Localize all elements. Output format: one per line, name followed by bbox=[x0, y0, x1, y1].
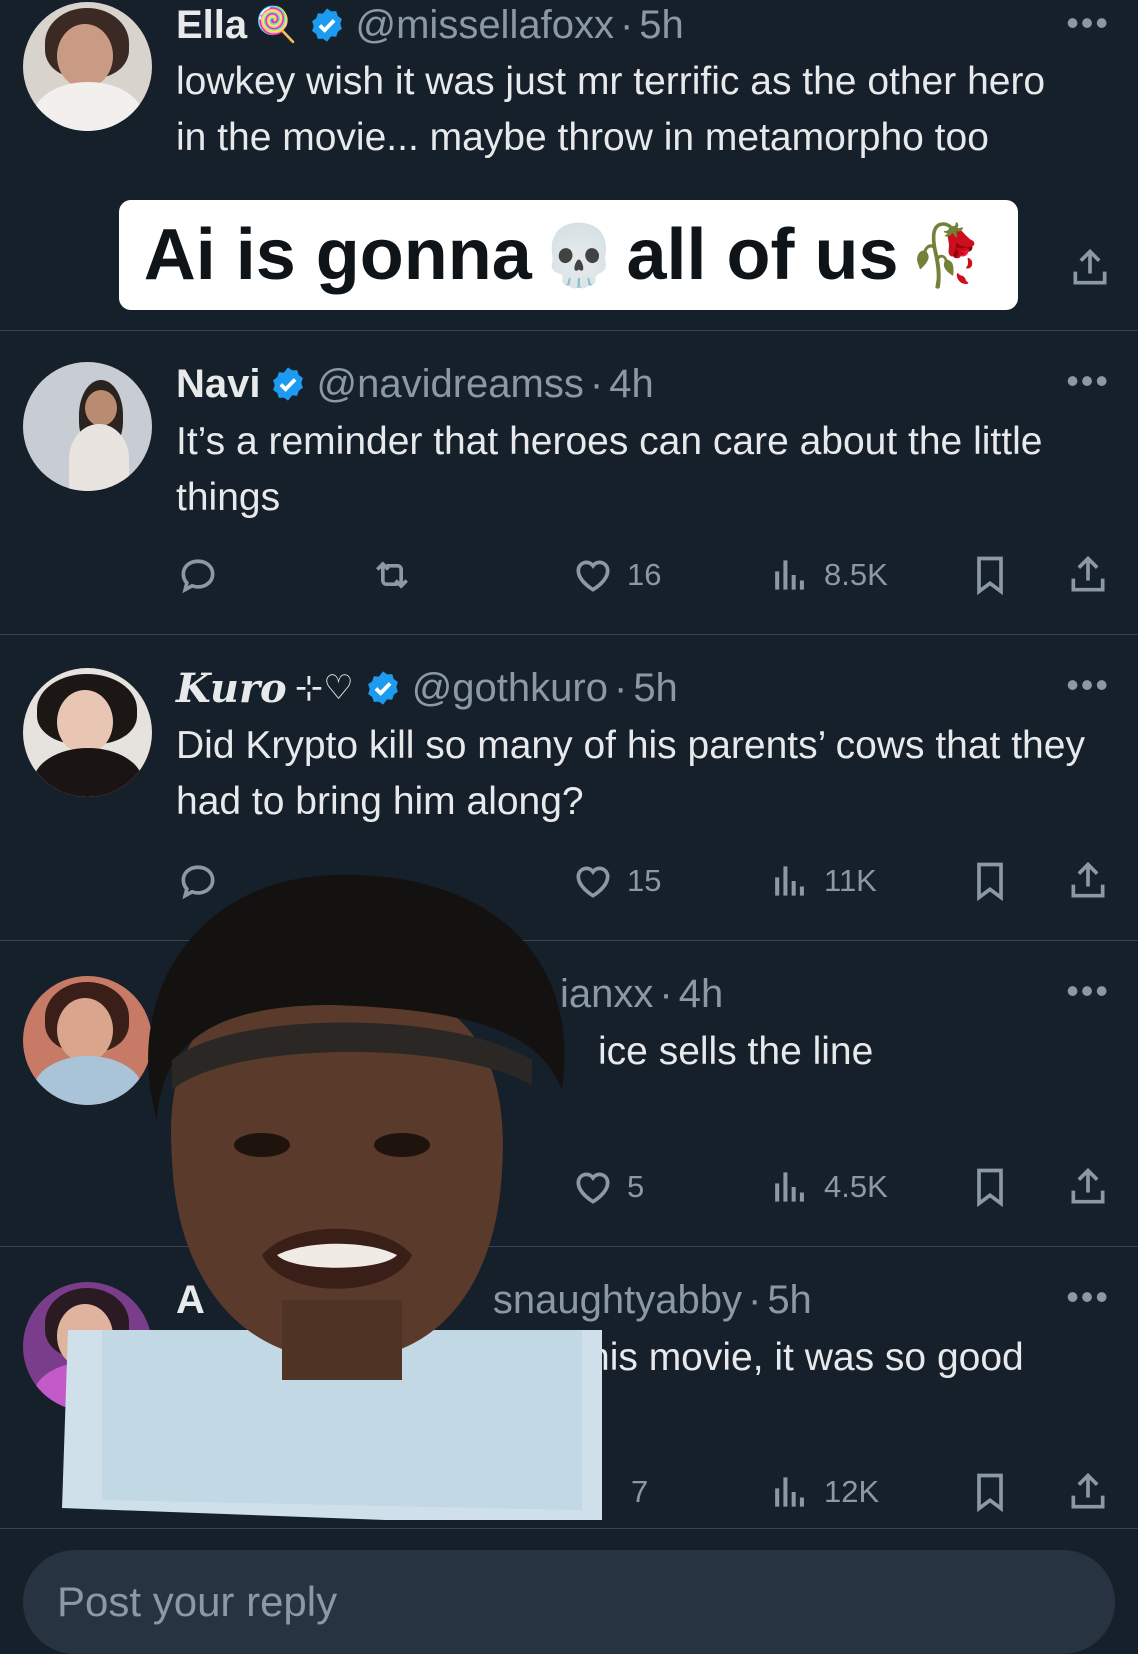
share-button[interactable] bbox=[1066, 856, 1122, 906]
share-icon bbox=[1071, 1167, 1105, 1204]
like-button[interactable]: 16 bbox=[571, 550, 661, 600]
handle: @navidreamss bbox=[316, 361, 584, 406]
share-button[interactable] bbox=[1066, 1162, 1122, 1212]
handle: @missellafoxx bbox=[355, 2, 614, 47]
creator-cutout-image bbox=[62, 874, 602, 1520]
bookmark-icon bbox=[977, 1473, 1003, 1513]
views-icon bbox=[775, 1477, 804, 1507]
tweet-text: his movie, it was so good bbox=[588, 1336, 1024, 1379]
share-icon bbox=[1071, 1472, 1105, 1509]
reply-placeholder: Post your reply bbox=[57, 1578, 338, 1625]
caption-text-after: all of us bbox=[626, 215, 899, 295]
separator-dot: · bbox=[747, 1277, 762, 1322]
avatar[interactable] bbox=[23, 2, 152, 131]
retweet-icon bbox=[376, 561, 408, 589]
avatar[interactable] bbox=[23, 362, 152, 491]
tweet-header: Ella 🍭 @missellafoxx · 5h bbox=[176, 0, 684, 50]
bookmark-icon bbox=[977, 1168, 1003, 1208]
separator-dot: · bbox=[613, 665, 628, 710]
caption-text-before: Ai is gonna bbox=[143, 215, 532, 295]
share-icon bbox=[1071, 555, 1105, 592]
bookmark-icon bbox=[977, 556, 1003, 596]
handle: @gothkuro bbox=[411, 665, 608, 710]
timestamp: 4h bbox=[678, 971, 724, 1016]
views-button[interactable]: 4.5K bbox=[768, 1162, 888, 1212]
tweet-navi[interactable]: Navi @navidreamss · 4h ••• It’s a remind… bbox=[0, 330, 1138, 635]
verified-icon bbox=[367, 671, 398, 705]
verified-icon bbox=[311, 8, 342, 42]
share-icon bbox=[1071, 861, 1105, 898]
like-button[interactable]: 7 bbox=[631, 1467, 648, 1517]
like-count: 15 bbox=[627, 863, 662, 898]
separator-dot: · bbox=[589, 361, 604, 406]
timestamp: 4h bbox=[609, 361, 654, 406]
share-button[interactable] bbox=[1066, 550, 1122, 600]
reply-icon bbox=[181, 559, 215, 594]
caption-overlay: Ai is gonna 💀 all of us 🥀 bbox=[119, 200, 1018, 310]
bookmark-button[interactable] bbox=[968, 1162, 1024, 1212]
sparkle-heart-emoji: ⊹♡ bbox=[294, 669, 354, 707]
views-icon bbox=[775, 1172, 804, 1202]
views-button[interactable]: 11K bbox=[768, 856, 877, 906]
bookmark-button[interactable] bbox=[968, 856, 1024, 906]
wilted-rose-emoji: 🥀 bbox=[908, 221, 984, 289]
tweet-text: ice sells the line bbox=[598, 1030, 874, 1073]
display-name[interactable]: Navi bbox=[176, 362, 261, 407]
bookmark-button[interactable] bbox=[968, 1467, 1024, 1517]
more-icon[interactable]: ••• bbox=[1066, 664, 1110, 706]
views-icon bbox=[775, 866, 804, 896]
tweet-text: It’s a reminder that heroes can care abo… bbox=[176, 420, 1043, 519]
more-icon[interactable]: ••• bbox=[1066, 2, 1110, 44]
display-name[interactable]: Ella bbox=[176, 3, 247, 48]
like-icon bbox=[576, 560, 610, 592]
bookmark-icon bbox=[977, 862, 1003, 902]
views-button[interactable]: 8.5K bbox=[768, 550, 888, 600]
tweet-header: Navi @navidreamss · 4h bbox=[176, 359, 654, 409]
display-name[interactable]: Kuro bbox=[176, 665, 287, 712]
view-count: 11K bbox=[824, 863, 877, 898]
tweet-text: lowkey wish it was just mr terrific as t… bbox=[176, 60, 1046, 159]
more-icon[interactable]: ••• bbox=[1066, 1276, 1110, 1318]
like-count: 5 bbox=[627, 1169, 645, 1204]
avatar[interactable] bbox=[23, 668, 152, 797]
views-icon bbox=[775, 560, 804, 590]
timestamp: 5h bbox=[639, 2, 684, 47]
views-button[interactable]: 12K bbox=[768, 1467, 879, 1517]
reply-input[interactable]: Post your reply bbox=[23, 1550, 1115, 1654]
retweet-button[interactable] bbox=[370, 550, 426, 600]
action-bar: 16 8.5K bbox=[176, 550, 1116, 600]
share-icon[interactable] bbox=[1068, 246, 1112, 290]
skull-emoji: 💀 bbox=[541, 221, 617, 289]
separator-dot: · bbox=[619, 2, 634, 47]
view-count: 4.5K bbox=[824, 1169, 888, 1204]
tweet-header: Kuro ⊹♡ @gothkuro · 5h bbox=[176, 663, 678, 713]
separator-dot: · bbox=[659, 971, 673, 1016]
more-icon[interactable]: ••• bbox=[1066, 970, 1110, 1012]
like-count: 16 bbox=[627, 557, 662, 592]
tweet-text: Did Krypto kill so many of his parents’ … bbox=[176, 724, 1085, 823]
like-count: 7 bbox=[631, 1474, 649, 1509]
share-button[interactable] bbox=[1066, 1467, 1122, 1517]
reply-button[interactable] bbox=[176, 550, 232, 600]
timestamp: 5h bbox=[767, 1277, 812, 1322]
more-icon[interactable]: ••• bbox=[1066, 360, 1110, 402]
lollipop-emoji: 🍭 bbox=[255, 6, 298, 44]
bookmark-button[interactable] bbox=[968, 550, 1024, 600]
timestamp: 5h bbox=[633, 665, 678, 710]
verified-icon bbox=[272, 367, 303, 401]
view-count: 8.5K bbox=[824, 557, 888, 592]
view-count: 12K bbox=[824, 1474, 880, 1509]
